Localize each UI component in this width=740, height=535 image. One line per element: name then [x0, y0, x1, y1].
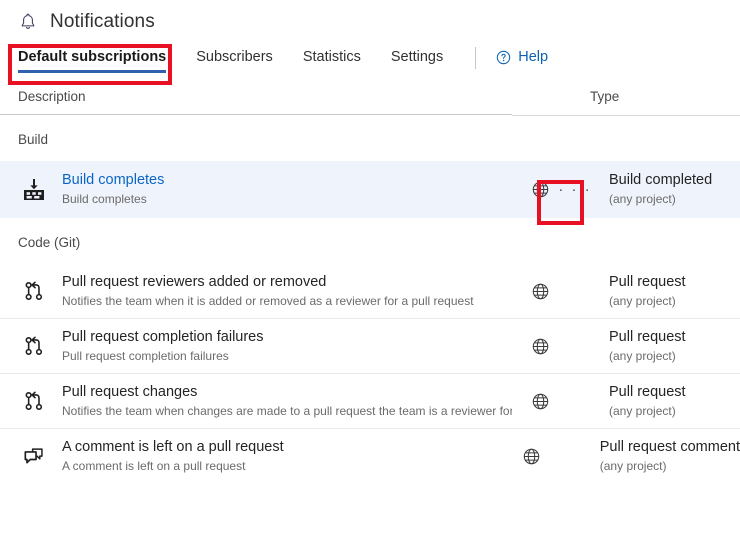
subscriptions-table: Description Type Build Build completes B… — [0, 76, 740, 483]
help-label: Help — [518, 49, 549, 65]
row-title: A comment is left on a pull request — [62, 438, 284, 455]
row-type-text-block: Pull request (any project) — [609, 273, 686, 310]
group-header-build: Build — [18, 132, 49, 147]
tab-label: Subscribers — [196, 49, 273, 65]
row-type-text-block: Build completed (any project) — [609, 171, 712, 208]
row-type-scope: (any project) — [599, 458, 667, 473]
group-header-code-git: Code (Git) — [18, 235, 81, 250]
help-button[interactable]: Help — [496, 49, 548, 76]
row-type-scope: (any project) — [609, 293, 676, 308]
page-title: Notifications — [50, 11, 155, 32]
row-subtitle: Notifies the team when it is added or re… — [62, 293, 474, 308]
row-text-block: Pull request reviewers added or removed … — [62, 273, 474, 310]
row-description-cell: Build completes Build completes — [0, 161, 512, 218]
row-type-scope: (any project) — [609, 348, 676, 363]
row-subtitle: Build completes — [62, 192, 147, 206]
row-type-scope: (any project) — [609, 192, 676, 206]
row-description-cell: Pull request completion failures Pull re… — [0, 319, 512, 373]
tab-default-subscriptions[interactable]: Default subscriptions — [18, 49, 167, 76]
row-type-cell: Pull request (any project) — [512, 264, 740, 318]
question-circle-icon — [497, 50, 511, 64]
tab-label: Statistics — [302, 49, 361, 65]
row-description-cell: Pull request changes Notifies the team w… — [0, 374, 512, 428]
tab-divider — [475, 47, 477, 69]
tab-bar: Default subscriptions Subscribers Statis… — [0, 38, 740, 76]
page-header: Notifications — [0, 0, 740, 32]
row-text-block: Build completes Build completes — [62, 171, 164, 208]
column-header-description: Description — [0, 88, 512, 106]
table-row[interactable]: Pull request changes Notifies the team w… — [0, 373, 740, 428]
row-subtitle: Notifies the team when changes are made … — [62, 403, 512, 418]
tab-label: Settings — [390, 49, 444, 65]
table-row[interactable]: Build completes Build completes · · · Bu… — [0, 161, 740, 218]
globe-icon — [532, 393, 549, 409]
row-type-cell: · · · Build completed (any project) — [512, 161, 740, 218]
row-type-name: Pull request comment — [599, 438, 740, 455]
row-type-text-block: Pull request (any project) — [609, 328, 686, 365]
column-header-label: Type — [590, 89, 620, 104]
row-type-cell: Pull request (any project) — [512, 319, 740, 373]
tab-statistics[interactable]: Statistics — [303, 49, 361, 76]
row-title: Pull request reviewers added or removed — [62, 273, 327, 290]
table-row[interactable]: A comment is left on a pull request A co… — [0, 428, 740, 483]
tab-subscribers[interactable]: Subscribers — [196, 49, 273, 76]
row-text-block: A comment is left on a pull request A co… — [62, 438, 284, 475]
row-type-cell: Pull request (any project) — [512, 374, 740, 428]
table-row[interactable]: Pull request reviewers added or removed … — [0, 264, 740, 318]
row-text-block: Pull request completion failures Pull re… — [62, 328, 264, 365]
row-type-cell: Pull request comment (any project) — [503, 429, 740, 483]
row-more-actions-button[interactable]: · · · — [553, 177, 597, 203]
row-subtitle: Pull request completion failures — [62, 348, 229, 363]
pull-request-icon — [18, 331, 50, 361]
bell-icon — [21, 13, 35, 29]
row-subtitle: A comment is left on a pull request — [62, 458, 246, 473]
column-header-type: Type — [512, 88, 740, 106]
pull-request-icon — [18, 276, 50, 306]
row-description-cell: A comment is left on a pull request A co… — [0, 429, 503, 483]
globe-icon — [523, 448, 540, 464]
globe-icon — [532, 283, 549, 299]
row-type-scope: (any project) — [609, 403, 676, 418]
comment-icon — [18, 441, 50, 471]
column-header-label: Description — [18, 89, 86, 104]
tab-label: Default subscriptions — [18, 49, 167, 65]
globe-icon — [532, 338, 549, 354]
table-header-row: Description Type — [0, 76, 740, 114]
row-type-name: Pull request — [609, 328, 686, 345]
row-type-text-block: Pull request (any project) — [609, 383, 686, 420]
pull-request-icon — [18, 386, 50, 416]
row-text-block: Pull request changes Notifies the team w… — [62, 383, 512, 420]
row-type-name: Build completed — [609, 172, 713, 188]
header-divider — [0, 114, 740, 116]
row-type-name: Pull request — [609, 273, 686, 290]
row-description-cell: Pull request reviewers added or removed … — [0, 264, 512, 318]
globe-icon — [532, 181, 549, 198]
table-row[interactable]: Pull request completion failures Pull re… — [0, 318, 740, 373]
row-more-actions-label: · · · — [558, 180, 592, 198]
row-title: Pull request changes — [62, 383, 198, 400]
row-type-text-block: Pull request comment (any project) — [600, 438, 740, 475]
tab-settings[interactable]: Settings — [391, 49, 443, 76]
row-title-link[interactable]: Build completes — [62, 171, 164, 190]
row-type-name: Pull request — [609, 383, 686, 400]
build-icon — [18, 175, 50, 205]
row-title: Pull request completion failures — [62, 328, 264, 345]
